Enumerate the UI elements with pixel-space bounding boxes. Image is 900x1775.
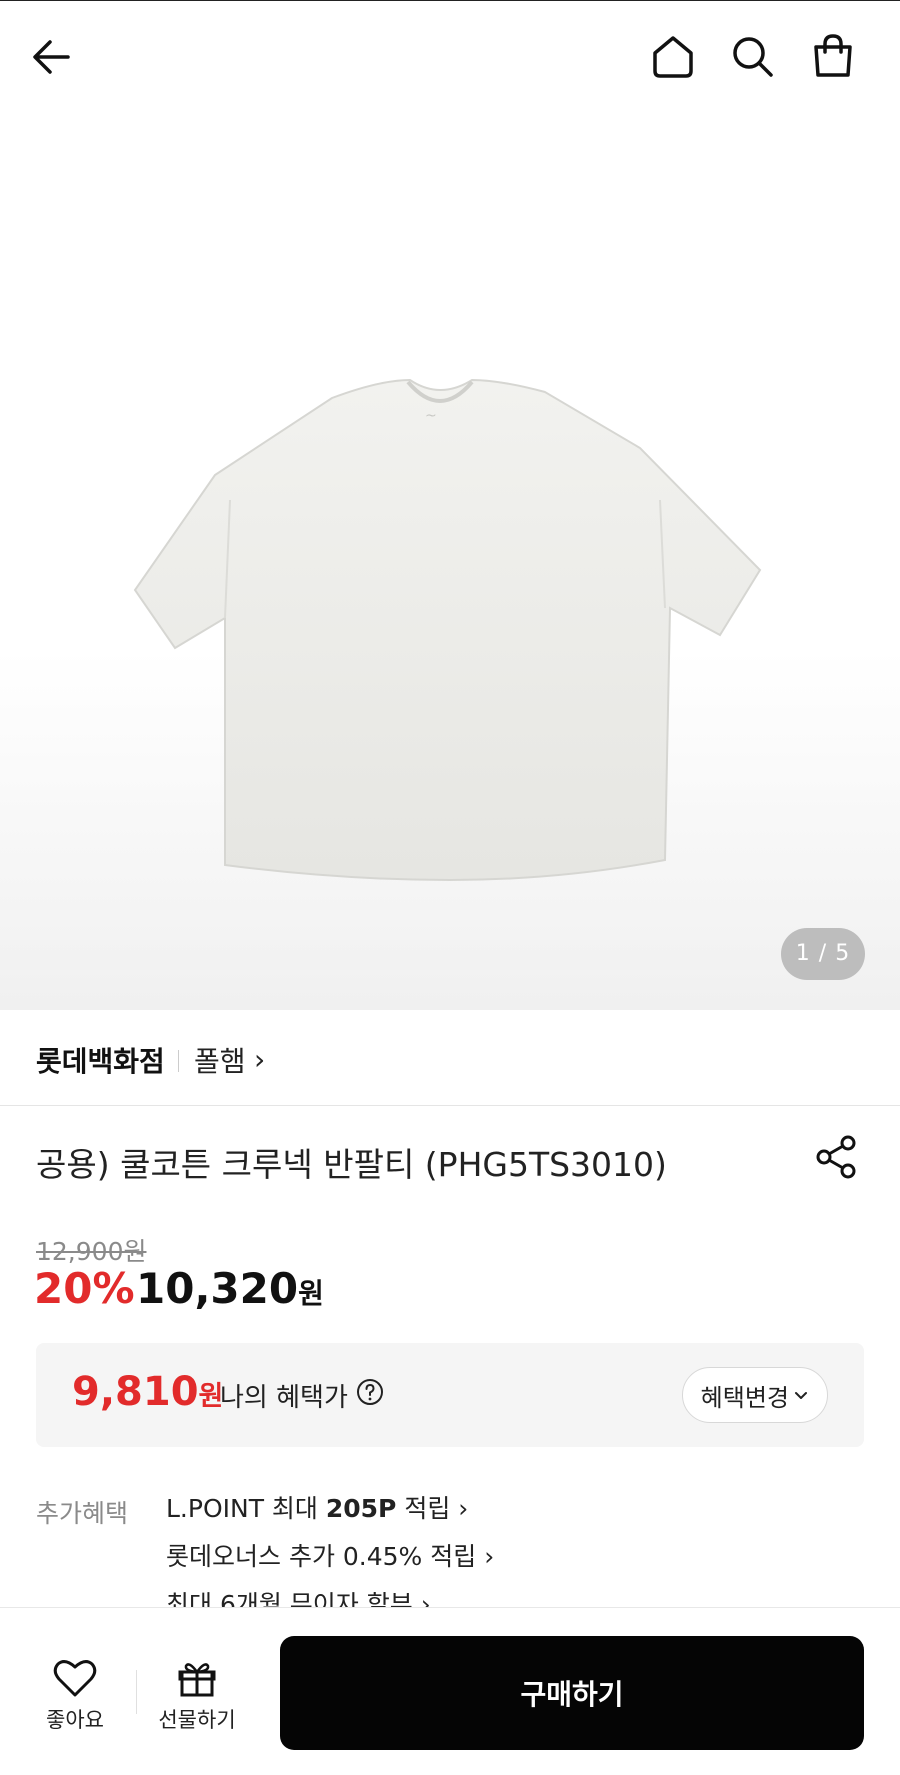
sale-price: 10,320원	[136, 1264, 324, 1313]
benefit-price-value: 9,810	[72, 1369, 199, 1415]
chevron-down-icon	[795, 1392, 807, 1399]
benefit-item-lpoint[interactable]: L.POINT 최대 205P 적립 ›	[166, 1494, 494, 1542]
store-name[interactable]: 롯데백화점	[36, 1040, 165, 1080]
change-benefit-button[interactable]: 혜택변경	[681, 1367, 828, 1423]
extra-benefits-label: 추가혜택	[36, 1499, 129, 1528]
original-price: 12,900원	[36, 1237, 147, 1266]
image-pager-indicator: 1 / 5	[781, 928, 865, 980]
brand-link[interactable]: 폴햄	[194, 1040, 246, 1080]
product-image-gallery[interactable]: ~ 1 / 5	[0, 110, 900, 1010]
like-label: 좋아요	[46, 1708, 104, 1732]
bottom-action-bar: 좋아요 선물하기 구매하기	[0, 1607, 900, 1775]
store-brand-row: 롯데백화점 폴햄 ›	[0, 1010, 900, 1106]
sale-price-value: 10,320	[136, 1264, 299, 1313]
change-benefit-label: 혜택변경	[700, 1383, 789, 1412]
discount-rate: 20%	[34, 1264, 135, 1313]
question-circle-icon[interactable]	[356, 1378, 384, 1406]
gift-label: 선물하기	[158, 1708, 236, 1732]
benefit-price: 9,810원	[72, 1369, 223, 1415]
svg-text:~: ~	[425, 408, 437, 424]
benefit-item-lotte-owners[interactable]: 롯데오너스 추가 0.45% 적립 ›	[166, 1542, 494, 1590]
top-bar	[0, 0, 900, 110]
back-arrow-icon[interactable]	[26, 31, 78, 83]
shopping-bag-icon[interactable]	[807, 31, 859, 83]
product-title: 공용) 쿨코튼 크루넥 반팔티 (PHG5TS3010)	[36, 1145, 667, 1184]
like-button[interactable]: 좋아요	[20, 1658, 130, 1748]
share-icon[interactable]	[812, 1132, 862, 1182]
buy-button[interactable]: 구매하기	[280, 1636, 864, 1750]
gift-icon	[178, 1663, 216, 1697]
product-image-tshirt: ~	[133, 378, 762, 882]
heart-icon	[53, 1660, 97, 1697]
my-benefit-price-box: 9,810원 나의 혜택가 혜택변경	[36, 1343, 864, 1447]
divider	[136, 1670, 137, 1714]
divider	[178, 1050, 179, 1072]
extra-benefits-section: 추가혜택 L.POINT 최대 205P 적립 › 롯데오너스 추가 0.45%…	[0, 1494, 900, 1610]
home-icon[interactable]	[647, 31, 699, 83]
chevron-right-icon[interactable]: ›	[254, 1043, 265, 1076]
sale-price-unit: 원	[298, 1277, 324, 1310]
search-icon[interactable]	[727, 31, 779, 83]
gift-button[interactable]: 선물하기	[142, 1658, 252, 1748]
extra-benefits-list: L.POINT 최대 205P 적립 › 롯데오너스 추가 0.45% 적립 ›…	[166, 1494, 494, 1610]
benefit-label: 나의 혜택가	[220, 1383, 348, 1413]
